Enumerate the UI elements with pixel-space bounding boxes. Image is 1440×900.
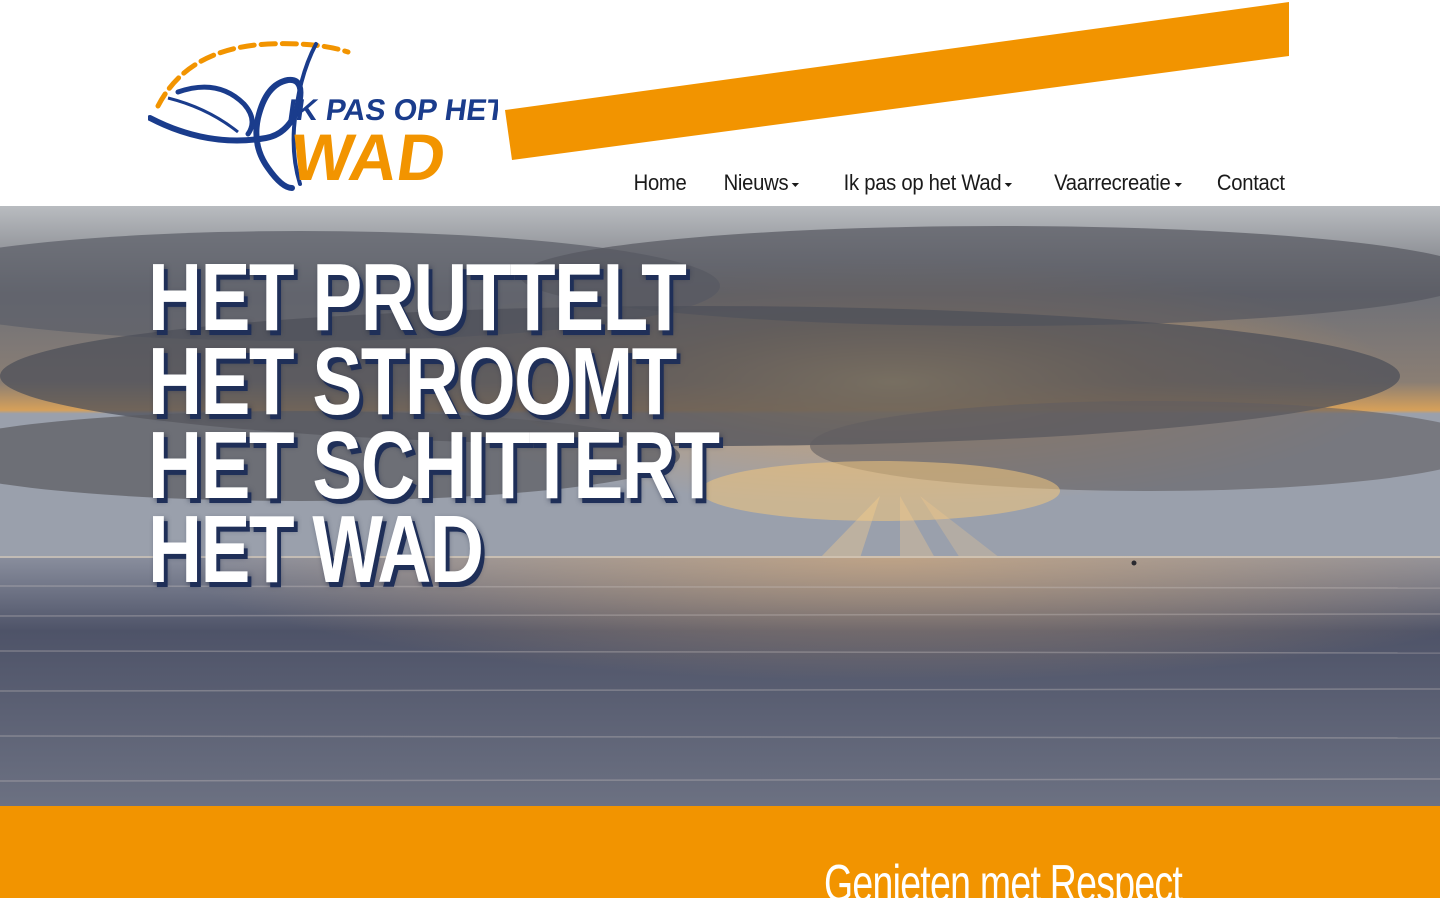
nav-item-nieuws[interactable]: Nieuws — [724, 170, 800, 196]
caret-down-icon — [1173, 183, 1182, 187]
orange-intro-band: Genieten met Respect — [0, 806, 1440, 900]
site-logo[interactable]: IK PAS OP HET WAD — [148, 38, 498, 194]
logo-text-bottom: WAD — [286, 121, 450, 194]
nav-item-vaarrecreatie[interactable]: Vaarrecreatie — [1053, 170, 1182, 196]
nav-label: Vaarrecreatie — [1053, 170, 1171, 195]
nav-item-home[interactable]: Home — [634, 170, 687, 196]
nav-label: Ik pas op het Wad — [844, 170, 1002, 195]
caret-down-icon — [1005, 183, 1013, 187]
site-header: IK PAS OP HET WAD Home Nieuws Ik pas op … — [0, 0, 1440, 206]
nav-label: Home — [634, 170, 687, 195]
caret-down-icon — [791, 183, 800, 187]
nav-item-ik-pas-op-het-wad[interactable]: Ik pas op het Wad — [844, 170, 1013, 196]
hero-banner: HET PRUTTELT HET STROOMT HET SCHITTERT H… — [0, 206, 1440, 806]
nav-label: Contact — [1217, 170, 1285, 195]
hero-headline: HET PRUTTELT HET STROOMT HET SCHITTERT H… — [148, 250, 879, 603]
nav-item-contact[interactable]: Contact — [1217, 170, 1285, 196]
nav-label: Nieuws — [723, 170, 789, 195]
main-navigation: Home Nieuws Ik pas op het Wad Vaarrecrea… — [629, 170, 1285, 196]
band-title: Genieten met Respect — [824, 855, 1183, 900]
headline-line: HET WAD — [148, 496, 484, 603]
